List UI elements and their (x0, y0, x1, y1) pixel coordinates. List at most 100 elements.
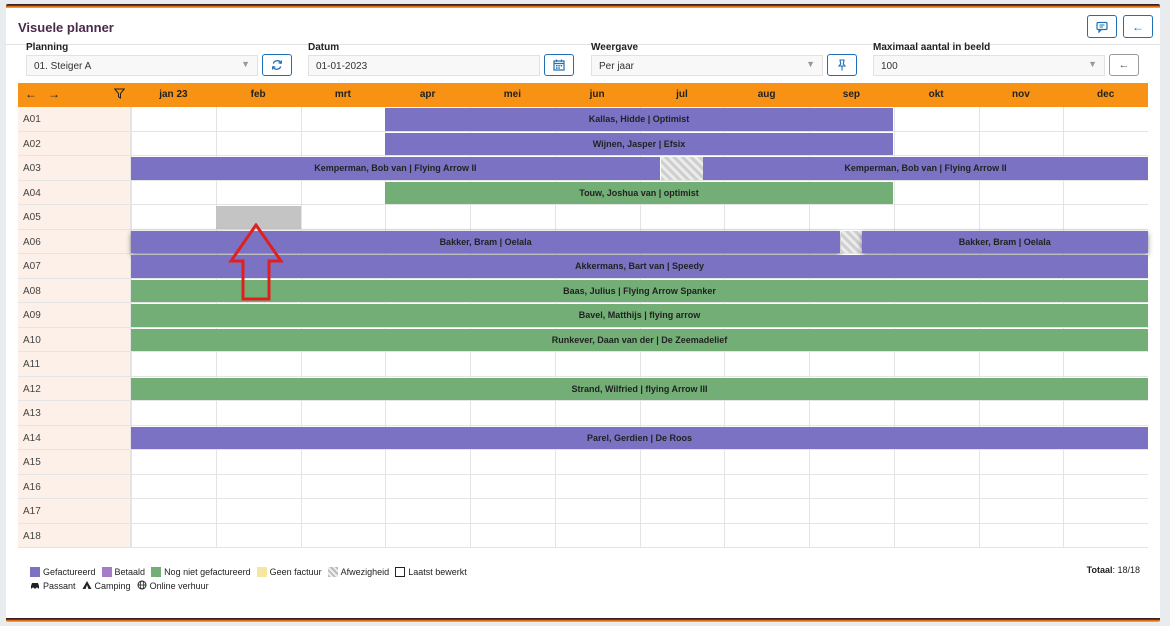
month-label: jul (676, 89, 688, 100)
planner-row[interactable]: A15 (18, 450, 1148, 475)
booking-bar[interactable]: Kallas, Hidde | Optimist (385, 108, 893, 131)
planning-label: Planning (26, 42, 69, 53)
row-label: A15 (18, 450, 131, 474)
prev-arrow-icon[interactable]: ← (25, 87, 37, 101)
car-icon (30, 580, 40, 592)
legend-label: Laatst bewerkt (408, 567, 467, 577)
legend-label: Afwezigheid (340, 567, 390, 577)
row-label: A10 (18, 327, 131, 351)
row-label: A07 (18, 254, 131, 278)
legend-swatch (395, 567, 406, 577)
booking-bar[interactable]: Runkever, Daan van der | De Zeemadelief (131, 328, 1148, 351)
legend-swatch (101, 567, 112, 577)
row-label: A14 (18, 425, 131, 449)
red-arrow-annotation (228, 223, 284, 301)
legend-item: Gefactureerd (30, 567, 96, 577)
absence-block[interactable] (660, 157, 704, 180)
absence-block[interactable] (841, 230, 862, 253)
legend-label: Online verhuur (149, 581, 209, 591)
arrow-left-icon: ← (1132, 19, 1144, 34)
legend-item: Afwezigheid (327, 567, 390, 577)
max-label: Maximaal aantal in beeld (873, 42, 991, 53)
filter-icon[interactable] (113, 88, 126, 102)
arrow-left-icon: ← (1118, 59, 1130, 71)
chevron-down-icon: ▼ (1088, 59, 1097, 69)
row-label: A03 (18, 156, 131, 180)
chevron-down-icon: ▼ (241, 59, 250, 69)
legend-label: Betaald (114, 567, 146, 577)
booking-bar[interactable]: Parel, Gerdien | De Roos (131, 426, 1148, 449)
back-button[interactable]: ← (1123, 15, 1153, 38)
collapse-button[interactable]: ← (1109, 54, 1139, 76)
planner-row[interactable]: A05 (18, 205, 1148, 230)
comment-icon (1096, 21, 1108, 33)
row-label: A06 (18, 229, 131, 253)
row-label: A05 (18, 205, 131, 229)
month-label: sep (842, 89, 861, 100)
legend-label: Camping (94, 581, 131, 591)
planner-rows: A01 A02 A03 A04 A05 A06 A07 A08 A09 A10 A11 A12 A13 A… (18, 107, 1148, 548)
row-label: A16 (18, 474, 131, 498)
planner-row[interactable]: A18 (18, 523, 1148, 548)
month-label: apr (419, 89, 436, 100)
planner-row[interactable]: A13 (18, 401, 1148, 426)
comment-button[interactable] (1087, 15, 1117, 38)
row-label: A18 (18, 523, 131, 547)
booking-bar[interactable]: Kemperman, Bob van | Flying Arrow II (131, 157, 660, 180)
legend-swatch (151, 567, 162, 577)
booking-bar[interactable]: Wijnen, Jasper | Efsix (385, 132, 893, 155)
app-window: Visuele planner ← Planning 01. Steiger A… (6, 4, 1160, 622)
booking-bar[interactable]: Touw, Joshua van | optimist (385, 181, 893, 204)
legend-swatch (327, 567, 338, 577)
datum-label: Datum (308, 42, 340, 53)
planner-row[interactable]: A16 (18, 474, 1148, 499)
booking-bar[interactable]: Bavel, Matthijs | flying arrow (131, 304, 1148, 327)
month-label: jan 23 (159, 89, 188, 100)
month-label: jun (589, 89, 605, 100)
row-label: A09 (18, 303, 131, 327)
legend-colors: Gefactureerd Betaald Nog niet gefactureerd… (30, 565, 473, 579)
legend-item: Nog niet gefactureerd (151, 567, 251, 577)
legend-label: Passant (43, 581, 76, 591)
legend-label: Gefactureerd (43, 567, 96, 577)
max-select[interactable]: 100 ▼ (873, 55, 1105, 76)
booking-bar[interactable]: Strand, Wilfried | flying Arrow III (131, 377, 1148, 400)
planning-select[interactable]: 01. Steiger A ▼ (26, 55, 258, 76)
weergave-value: Per jaar (599, 61, 635, 72)
total-count: Totaal: 18/18 (1087, 565, 1140, 575)
legend-item: Camping (82, 580, 131, 592)
tent-icon (82, 580, 92, 592)
legend-item: Passant (30, 580, 76, 592)
planner-row[interactable]: A17 (18, 499, 1148, 524)
row-label: A12 (18, 376, 131, 400)
row-label: A17 (18, 499, 131, 523)
month-label: mei (503, 89, 522, 100)
month-label: aug (757, 89, 776, 100)
pin-button[interactable] (827, 54, 857, 76)
globe-icon (137, 580, 147, 592)
planner-row[interactable]: A11 (18, 352, 1148, 377)
next-arrow-icon[interactable]: → (48, 87, 60, 101)
refresh-button[interactable] (262, 54, 292, 76)
month-label: mrt (334, 89, 351, 100)
legend-item: Geen factuur (256, 567, 322, 577)
weergave-select[interactable]: Per jaar ▼ (591, 55, 823, 76)
refresh-icon (271, 60, 283, 70)
bottom-stripe (6, 618, 1160, 622)
calendar-button[interactable] (544, 54, 574, 76)
top-stripe (6, 4, 1160, 8)
datum-input[interactable]: 01-01-2023 (308, 55, 540, 76)
total-label: Totaal (1086, 565, 1113, 575)
legend: Gefactureerd Betaald Nog niet gefactureerd… (30, 565, 473, 593)
legend-swatch (30, 567, 40, 577)
legend-item: Laatst bewerkt (395, 567, 467, 577)
booking-bar[interactable]: Bakker, Bram | Oelala (861, 230, 1148, 253)
booking-bar[interactable]: Kemperman, Bob van | Flying Arrow II (703, 157, 1148, 180)
legend-label: Geen factuur (269, 567, 322, 577)
month-label: nov (1012, 89, 1030, 100)
datum-value: 01-01-2023 (316, 61, 368, 72)
max-value: 100 (881, 61, 898, 72)
calendar-icon (553, 59, 565, 71)
planning-value: 01. Steiger A (34, 61, 92, 72)
legend-item: Betaald (101, 567, 146, 577)
